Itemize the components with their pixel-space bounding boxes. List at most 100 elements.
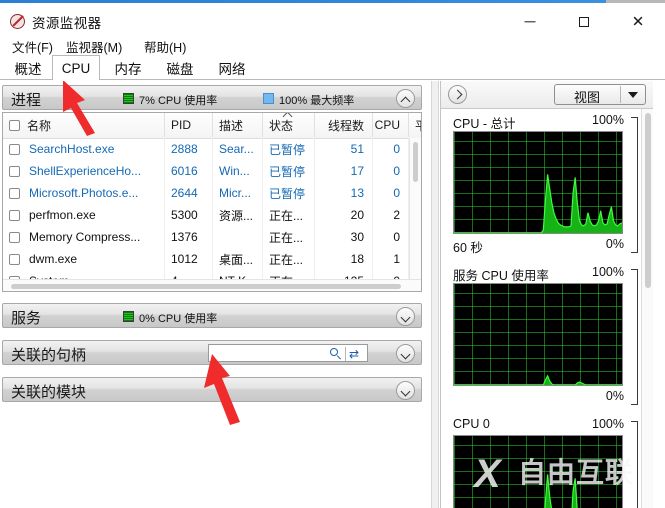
section-header-services[interactable]: 服务 0% CPU 使用率 bbox=[2, 303, 422, 328]
title-bar: 资源监视器 ✕ bbox=[0, 3, 665, 36]
cell-threads: 17 bbox=[315, 160, 373, 182]
column-header-name[interactable]: 名称 bbox=[3, 113, 165, 137]
column-header-description[interactable]: 描述 bbox=[213, 113, 263, 137]
collapse-processes-icon[interactable] bbox=[396, 89, 415, 108]
graph-canvas-cpu0 bbox=[453, 435, 623, 508]
table-row[interactable]: perfmon.exe 5300 资源... 正在... 20 2 bbox=[3, 204, 421, 226]
expand-handles-icon[interactable] bbox=[396, 344, 415, 363]
chevron-down-icon bbox=[628, 92, 638, 98]
collapse-panel-icon[interactable] bbox=[448, 85, 467, 104]
select-all-checkbox[interactable] bbox=[9, 119, 20, 131]
column-header-threads[interactable]: 线程数 bbox=[315, 113, 373, 137]
graph-label-cpu-total: CPU - 总计 bbox=[453, 117, 516, 131]
tab-strip: 概述 CPU 内存 磁盘 网络 bbox=[0, 55, 665, 81]
view-dropdown-button[interactable]: 视图 bbox=[554, 84, 646, 105]
row-checkbox[interactable] bbox=[3, 182, 23, 204]
row-checkbox[interactable] bbox=[3, 138, 23, 160]
cell-name: SearchHost.exe bbox=[23, 138, 165, 160]
graph-label-cpu0: CPU 0 bbox=[453, 417, 490, 431]
cell-cpu: 1 bbox=[373, 248, 409, 270]
graph-min-cpu-total: 0% bbox=[605, 237, 624, 251]
cell-name: Microsoft.Photos.e... bbox=[23, 182, 165, 204]
graph-min-service-cpu: 0% bbox=[605, 389, 624, 403]
table-row[interactable]: Microsoft.Photos.e... 2644 Micr... 已暂停 13 0 bbox=[3, 182, 421, 204]
max-frequency-swatch bbox=[263, 93, 274, 104]
cell-threads: 51 bbox=[315, 138, 373, 160]
row-checkbox[interactable] bbox=[3, 160, 23, 182]
section-title-services: 服务 bbox=[11, 310, 42, 327]
cell-pid: 1376 bbox=[165, 226, 213, 248]
pane-splitter[interactable] bbox=[431, 81, 439, 508]
graph-block-cpu-total: CPU - 总计 100% 60 秒 0% bbox=[441, 109, 646, 261]
graphs-vertical-scroll-thumb[interactable] bbox=[645, 113, 651, 288]
graph-canvas-cpu-total bbox=[453, 131, 623, 234]
table-row[interactable]: ShellExperienceHo... 6016 Win... 已暂停 17 0 bbox=[3, 160, 421, 182]
graph-block-service-cpu: 服务 CPU 使用率 100% 0% bbox=[441, 261, 646, 413]
column-header-status[interactable]: 状态 bbox=[263, 113, 315, 137]
tab-cpu[interactable]: CPU bbox=[52, 55, 100, 81]
minimize-button[interactable] bbox=[507, 6, 553, 37]
services-cpu-usage: 0% CPU 使用率 bbox=[139, 313, 218, 325]
close-button[interactable]: ✕ bbox=[615, 6, 661, 37]
cell-threads: 13 bbox=[315, 182, 373, 204]
graph-series-service-cpu bbox=[454, 374, 622, 385]
tab-overview[interactable]: 概述 bbox=[4, 55, 52, 80]
graph-canvas-service-cpu bbox=[453, 283, 623, 386]
processes-max-frequency: 100% 最大频率 bbox=[279, 95, 355, 107]
section-header-modules[interactable]: 关联的模块 bbox=[2, 377, 422, 402]
row-checkbox[interactable] bbox=[3, 204, 23, 226]
process-table-header: 名称 PID 描述 状态 线程数 CPU bbox=[3, 113, 421, 139]
services-cpu-swatch bbox=[123, 311, 134, 322]
graph-range-bracket bbox=[631, 421, 638, 508]
table-horizontal-scroll-thumb[interactable] bbox=[11, 284, 401, 289]
row-checkbox[interactable] bbox=[3, 226, 23, 248]
maximize-button[interactable] bbox=[561, 6, 607, 37]
column-header-cpu[interactable]: CPU bbox=[373, 113, 409, 137]
view-button-label: 视图 bbox=[573, 90, 600, 105]
cell-description: Sear... bbox=[213, 138, 263, 160]
graph-max-cpu-total: 100% bbox=[592, 113, 624, 127]
cell-pid: 2644 bbox=[165, 182, 213, 204]
column-header-pid[interactable]: PID bbox=[165, 113, 213, 137]
graphs-toolbar: 视图 bbox=[441, 81, 653, 109]
table-horizontal-scrollbar[interactable] bbox=[3, 279, 421, 291]
cell-cpu: 0 bbox=[373, 160, 409, 182]
section-header-processes[interactable]: 进程 7% CPU 使用率 100% 最大频率 bbox=[2, 85, 422, 110]
cell-status: 已暂停 bbox=[263, 138, 315, 160]
tab-disk[interactable]: 磁盘 bbox=[156, 55, 204, 80]
left-content-pane: 进程 7% CPU 使用率 100% 最大频率 名称 PID 描述 状态 线程数… bbox=[0, 81, 431, 508]
column-header-average[interactable]: 平 bbox=[409, 113, 421, 137]
expand-modules-icon[interactable] bbox=[396, 381, 415, 400]
section-title-modules: 关联的模块 bbox=[11, 384, 87, 401]
table-vertical-scrollbar[interactable] bbox=[409, 138, 421, 279]
cell-status: 正在... bbox=[263, 248, 315, 270]
graph-series-cpu-total bbox=[454, 174, 622, 233]
close-icon: ✕ bbox=[631, 12, 645, 30]
cell-status: 已暂停 bbox=[263, 160, 315, 182]
cell-cpu: 0 bbox=[373, 138, 409, 160]
section-title-processes: 进程 bbox=[11, 92, 42, 109]
cell-description: Win... bbox=[213, 160, 263, 182]
table-row[interactable]: dwm.exe 1012 桌面... 正在... 18 1 bbox=[3, 248, 421, 270]
expand-services-icon[interactable] bbox=[396, 307, 415, 326]
graph-range-bracket bbox=[631, 117, 638, 253]
cell-threads: 18 bbox=[315, 248, 373, 270]
graph-label-service-cpu: 服务 CPU 使用率 bbox=[453, 269, 549, 283]
process-table: 名称 PID 描述 状态 线程数 CPU SearchHost.exe 2888… bbox=[2, 112, 422, 292]
magnifier-icon[interactable] bbox=[330, 348, 342, 360]
table-row[interactable]: SearchHost.exe 2888 Sear... 已暂停 51 0 bbox=[3, 138, 421, 160]
refresh-arrows-icon[interactable]: ⇄ bbox=[349, 348, 363, 360]
table-vertical-scroll-thumb[interactable] bbox=[413, 142, 418, 182]
cell-description: 资源... bbox=[213, 204, 263, 226]
section-header-handles[interactable]: 关联的句柄 ⇄ bbox=[2, 340, 422, 365]
row-checkbox[interactable] bbox=[3, 248, 23, 270]
tab-memory[interactable]: 内存 bbox=[104, 55, 152, 80]
handle-search-box[interactable]: ⇄ bbox=[208, 344, 368, 362]
graph-range-bracket bbox=[631, 269, 638, 405]
graph-max-cpu0: 100% bbox=[592, 417, 624, 431]
tab-network[interactable]: 网络 bbox=[208, 55, 256, 80]
graphs-vertical-scrollbar[interactable] bbox=[641, 109, 653, 508]
graph-footer-cpu-total: 60 秒 bbox=[453, 241, 483, 255]
table-row[interactable]: Memory Compress... 1376 正在... 30 0 bbox=[3, 226, 421, 248]
cell-name: Memory Compress... bbox=[23, 226, 165, 248]
